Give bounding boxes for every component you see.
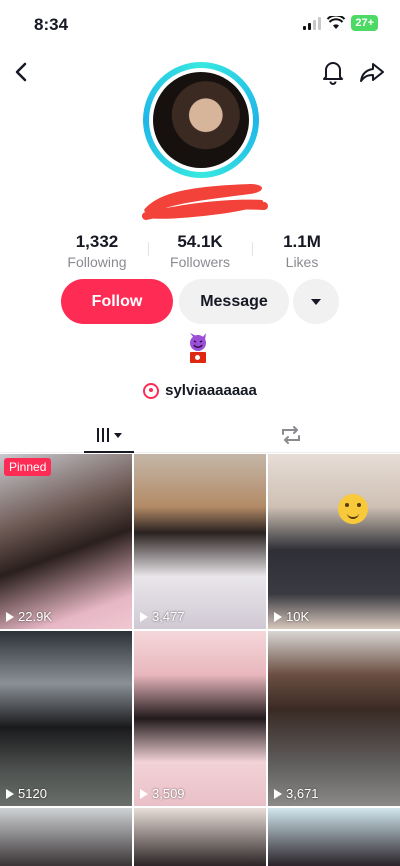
view-count-text: 22.9K (18, 609, 52, 624)
chevron-left-icon[interactable] (10, 58, 34, 86)
likes-count: 1.1M (283, 232, 321, 251)
video-thumbnail[interactable] (268, 808, 400, 866)
video-thumbnail[interactable] (134, 808, 266, 866)
play-icon (6, 788, 14, 799)
view-count-text: 3,671 (286, 786, 319, 801)
tab-videos[interactable] (84, 417, 134, 453)
content-tabs (0, 417, 400, 453)
following-label: Following (67, 254, 127, 270)
status-bar: 8:34 27+ (0, 0, 400, 50)
caret-down-icon (113, 432, 122, 438)
play-icon (274, 788, 282, 799)
caret-down-icon (311, 298, 321, 305)
bio-link-text: sylviaaaaaaa (165, 382, 257, 399)
smiling-face-emoji (338, 494, 368, 524)
avatar-story-ring[interactable] (143, 62, 259, 178)
stat-likes: 1.1M Likes (268, 232, 336, 270)
view-count: 3,671 (274, 786, 319, 801)
repost-icon[interactable] (278, 422, 304, 448)
view-count-text: 3,509 (152, 786, 185, 801)
play-icon (140, 788, 148, 799)
video-thumbnail[interactable]: 3,477 (134, 454, 266, 629)
video-thumbnail[interactable]: Pinned 22.9K (0, 454, 132, 629)
video-thumbnail[interactable] (0, 808, 132, 866)
message-button[interactable]: Message (179, 279, 289, 324)
video-thumbnail[interactable]: 3,509 (134, 631, 266, 806)
following-count: 1,332 (75, 232, 119, 251)
likes-label: Likes (285, 254, 319, 270)
view-count: 5120 (6, 786, 47, 801)
play-icon (6, 611, 14, 622)
view-count: 22.9K (6, 609, 52, 624)
redacted-username-scribble (142, 184, 268, 220)
status-icons: 27+ (303, 15, 378, 31)
followers-label: Followers (170, 254, 230, 270)
view-count-text: 5120 (18, 786, 47, 801)
share-arrow-icon[interactable] (358, 58, 386, 86)
followers-count: 54.1K (177, 232, 223, 251)
video-thumbnail[interactable]: 10K (268, 454, 400, 629)
profile-stats: 1,332 Following 54.1K Followers 1.1M Lik… (0, 232, 400, 272)
stat-followers[interactable]: 54.1K Followers (160, 232, 240, 270)
view-count: 3,477 (140, 609, 185, 624)
battery-indicator: 27+ (351, 15, 378, 31)
link-icon (143, 382, 160, 399)
hong-kong-flag (190, 352, 206, 363)
bell-icon[interactable] (320, 58, 346, 86)
stat-following[interactable]: 1,332 Following (58, 232, 136, 270)
play-icon (274, 611, 282, 622)
status-time: 8:34 (34, 15, 69, 34)
stat-divider (252, 242, 253, 256)
avatar[interactable] (153, 72, 249, 168)
stat-divider (148, 242, 149, 256)
play-icon (140, 611, 148, 622)
video-thumbnail[interactable]: 3,671 (268, 631, 400, 806)
wifi-icon (327, 16, 346, 29)
view-count: 10K (274, 609, 309, 624)
view-count-text: 3,477 (152, 609, 185, 624)
cellular-signal-icon (303, 16, 322, 30)
grid-icon (96, 428, 109, 442)
bio-link[interactable]: sylviaaaaaaa (0, 382, 400, 399)
view-count: 3,509 (140, 786, 185, 801)
smiling-devil-emoji (190, 333, 206, 351)
suggested-accounts-button[interactable] (293, 279, 339, 324)
follow-button[interactable]: Follow (61, 279, 173, 324)
video-thumbnail[interactable]: 5120 (0, 631, 132, 806)
active-tab-indicator (84, 451, 134, 453)
view-count-text: 10K (286, 609, 310, 624)
pinned-badge: Pinned (4, 458, 52, 476)
